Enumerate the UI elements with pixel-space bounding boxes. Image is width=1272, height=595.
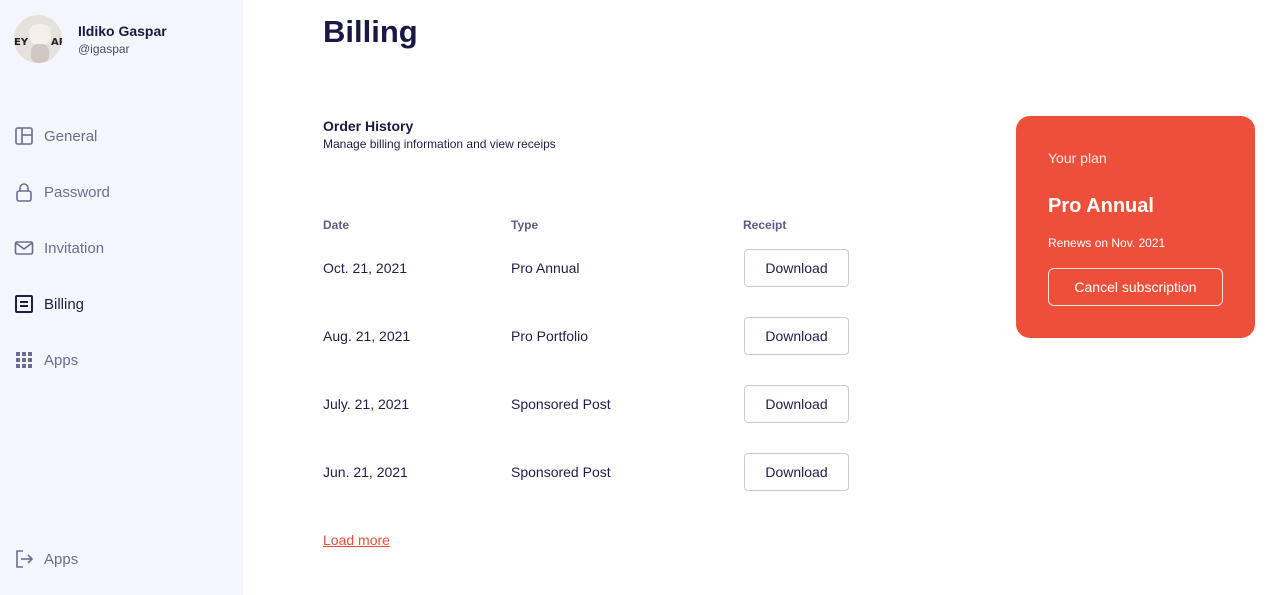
download-button[interactable]: Download [744,317,849,355]
cell-type: Pro Annual [511,260,580,276]
user-handle: @igaspar [78,42,130,56]
sidebar-item-apps[interactable]: Apps [14,349,78,371]
section-subtitle: Manage billing information and view rece… [323,137,556,151]
avatar-image-icon: EY AR [14,15,62,63]
download-button[interactable]: Download [744,249,849,287]
grid-icon [14,350,34,370]
logout-icon [14,549,34,569]
avatar[interactable]: EY AR [14,15,62,63]
cancel-subscription-button[interactable]: Cancel subscription [1048,268,1223,306]
column-header-type: Type [511,218,539,232]
cell-type: Sponsored Post [511,396,611,412]
page-title: Billing [323,14,418,49]
sidebar-item-label: Invitation [44,239,105,257]
sidebar-item-invitation[interactable]: Invitation [14,237,104,259]
cell-date: Oct. 21, 2021 [323,260,408,276]
billing-icon [14,294,34,314]
sidebar-item-billing[interactable]: Billing [14,293,84,315]
plan-kicker: Your plan [1048,150,1107,166]
svg-text:AR: AR [51,37,62,48]
user-name: Ildiko Gaspar [78,23,167,39]
plan-card: Your plan Pro Annual Renews on Nov. 2021… [1016,116,1255,338]
lock-icon [14,182,34,202]
cell-type: Pro Portfolio [511,328,589,344]
sidebar-item-label: Apps [44,550,79,568]
cell-date: Jun. 21, 2021 [323,464,408,480]
mail-icon [14,238,34,258]
section-title: Order History [323,118,414,134]
plan-name: Pro Annual [1048,195,1154,217]
cell-type: Sponsored Post [511,464,611,480]
load-more-link[interactable]: Load more [323,532,390,548]
sidebar-item-label: Apps [44,351,79,369]
sidebar: EY AR Ildiko Gaspar @igaspar General Pas… [0,0,243,595]
sidebar-item-password[interactable]: Password [14,181,110,203]
download-button[interactable]: Download [744,453,849,491]
sidebar-item-label: Billing [44,295,85,313]
layout-icon [14,126,34,146]
sidebar-item-label: General [44,127,98,145]
download-button[interactable]: Download [744,385,849,423]
column-header-date: Date [323,218,350,232]
sidebar-item-label: Password [44,183,110,201]
cell-date: Aug. 21, 2021 [323,328,411,344]
sidebar-item-general[interactable]: General [14,125,97,147]
sidebar-footer-apps[interactable]: Apps [14,548,78,570]
plan-renewal: Renews on Nov. 2021 [1048,236,1166,250]
svg-text:EY: EY [14,37,29,48]
cell-date: July. 21, 2021 [323,396,410,412]
column-header-receipt: Receipt [743,218,787,232]
